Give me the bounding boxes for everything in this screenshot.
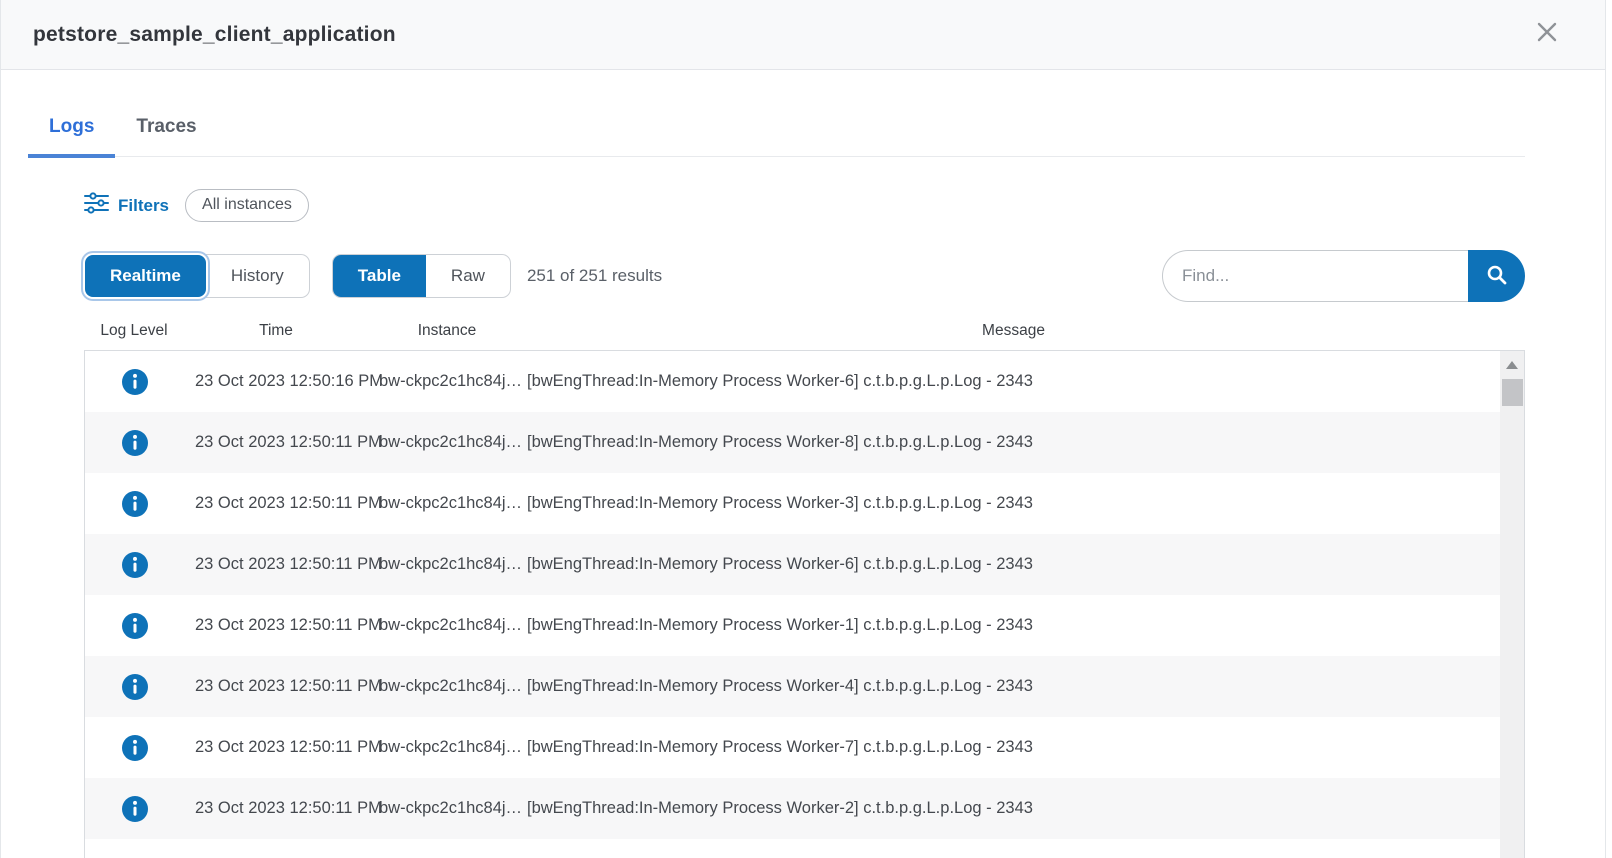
table-row[interactable]: 23 Oct 2023 12:50:11 PM bw-ckpc2c1hc84j…… xyxy=(85,412,1500,473)
log-instance: bw-ckpc2c1hc84j… xyxy=(369,738,527,757)
column-header-time: Time xyxy=(184,322,368,340)
vertical-scrollbar[interactable] xyxy=(1500,351,1524,858)
column-header-log-level: Log Level xyxy=(84,322,184,340)
column-header-instance: Instance xyxy=(368,322,526,340)
scrollbar-thumb[interactable] xyxy=(1502,379,1523,406)
history-toggle[interactable]: History xyxy=(206,255,309,297)
column-header-message: Message xyxy=(526,322,1501,340)
tab-logs[interactable]: Logs xyxy=(28,108,115,158)
tab-bar: Logs Traces xyxy=(28,70,1525,157)
info-level-icon xyxy=(122,674,148,700)
log-instance: bw-ckpc2c1hc84j… xyxy=(369,372,527,391)
sliders-filter-icon xyxy=(84,192,109,219)
close-icon xyxy=(1535,20,1559,49)
table-view-toggle[interactable]: Table xyxy=(333,255,426,297)
log-time: 23 Oct 2023 12:50:11 PM xyxy=(185,799,369,818)
info-level-icon xyxy=(122,491,148,517)
info-level-icon xyxy=(122,369,148,395)
log-table: 23 Oct 2023 12:50:16 PM bw-ckpc2c1hc84j…… xyxy=(84,350,1525,858)
search-button[interactable] xyxy=(1468,250,1525,302)
instance-filter-chip[interactable]: All instances xyxy=(185,189,309,222)
log-time: 23 Oct 2023 12:50:11 PM xyxy=(185,494,369,513)
application-log-dialog: petstore_sample_client_application Logs … xyxy=(0,0,1606,858)
log-time: 23 Oct 2023 12:50:11 PM xyxy=(185,677,369,696)
log-rows: 23 Oct 2023 12:50:16 PM bw-ckpc2c1hc84j…… xyxy=(85,351,1500,858)
info-level-icon xyxy=(122,430,148,456)
scroll-up-arrow-icon xyxy=(1506,361,1518,369)
info-level-icon xyxy=(122,552,148,578)
scroll-up-button[interactable] xyxy=(1500,351,1524,379)
log-message: [bwEngThread:In-Memory Process Worker-7]… xyxy=(527,738,1500,757)
filters-button[interactable]: Filters xyxy=(84,192,169,219)
log-time: 23 Oct 2023 12:50:11 PM xyxy=(185,555,369,574)
table-row-partial[interactable] xyxy=(85,839,1500,858)
dialog-title: petstore_sample_client_application xyxy=(33,23,396,47)
info-level-icon xyxy=(122,735,148,761)
log-message: [bwEngThread:In-Memory Process Worker-1]… xyxy=(527,616,1500,635)
log-instance: bw-ckpc2c1hc84j… xyxy=(369,677,527,696)
tab-traces[interactable]: Traces xyxy=(115,108,217,158)
table-row[interactable]: 23 Oct 2023 12:50:11 PM bw-ckpc2c1hc84j…… xyxy=(85,778,1500,839)
table-row[interactable]: 23 Oct 2023 12:50:11 PM bw-ckpc2c1hc84j…… xyxy=(85,534,1500,595)
dialog-header: petstore_sample_client_application xyxy=(1,0,1605,70)
info-level-icon xyxy=(122,796,148,822)
realtime-toggle[interactable]: Realtime xyxy=(85,255,206,297)
log-message: [bwEngThread:In-Memory Process Worker-6]… xyxy=(527,555,1500,574)
log-time: 23 Oct 2023 12:50:11 PM xyxy=(185,616,369,635)
table-row[interactable]: 23 Oct 2023 12:50:11 PM bw-ckpc2c1hc84j…… xyxy=(85,717,1500,778)
info-level-icon xyxy=(122,613,148,639)
search-bar xyxy=(1162,250,1525,302)
raw-view-toggle[interactable]: Raw xyxy=(426,255,510,297)
log-table-header: Log Level Time Instance Message xyxy=(84,322,1501,350)
log-instance: bw-ckpc2c1hc84j… xyxy=(369,799,527,818)
search-input[interactable] xyxy=(1162,250,1468,302)
log-time: 23 Oct 2023 12:50:16 PM xyxy=(185,372,369,391)
table-row[interactable]: 23 Oct 2023 12:50:11 PM bw-ckpc2c1hc84j…… xyxy=(85,656,1500,717)
log-message: [bwEngThread:In-Memory Process Worker-6]… xyxy=(527,372,1500,391)
log-message: [bwEngThread:In-Memory Process Worker-8]… xyxy=(527,433,1500,452)
table-row[interactable]: 23 Oct 2023 12:50:11 PM bw-ckpc2c1hc84j…… xyxy=(85,595,1500,656)
log-instance: bw-ckpc2c1hc84j… xyxy=(369,616,527,635)
log-message: [bwEngThread:In-Memory Process Worker-2]… xyxy=(527,799,1500,818)
log-message: [bwEngThread:In-Memory Process Worker-4]… xyxy=(527,677,1500,696)
log-instance: bw-ckpc2c1hc84j… xyxy=(369,433,527,452)
log-instance: bw-ckpc2c1hc84j… xyxy=(369,555,527,574)
table-row[interactable]: 23 Oct 2023 12:50:11 PM bw-ckpc2c1hc84j…… xyxy=(85,473,1500,534)
controls-row: Realtime History Table Raw 251 of 251 re… xyxy=(84,250,1525,302)
view-toggle-group: Table Raw xyxy=(332,254,511,298)
close-button[interactable] xyxy=(1529,17,1565,53)
log-time: 23 Oct 2023 12:50:11 PM xyxy=(185,433,369,452)
logs-panel: Filters All instances Realtime History T… xyxy=(84,189,1525,858)
log-message: [bwEngThread:In-Memory Process Worker-3]… xyxy=(527,494,1500,513)
table-row[interactable]: 23 Oct 2023 12:50:16 PM bw-ckpc2c1hc84j…… xyxy=(85,351,1500,412)
results-count: 251 of 251 results xyxy=(527,266,662,286)
filters-row: Filters All instances xyxy=(84,189,1525,222)
mode-toggle-group: Realtime History xyxy=(84,254,310,298)
search-icon xyxy=(1485,263,1509,290)
filters-label: Filters xyxy=(118,196,169,216)
log-time: 23 Oct 2023 12:50:11 PM xyxy=(185,738,369,757)
log-instance: bw-ckpc2c1hc84j… xyxy=(369,494,527,513)
